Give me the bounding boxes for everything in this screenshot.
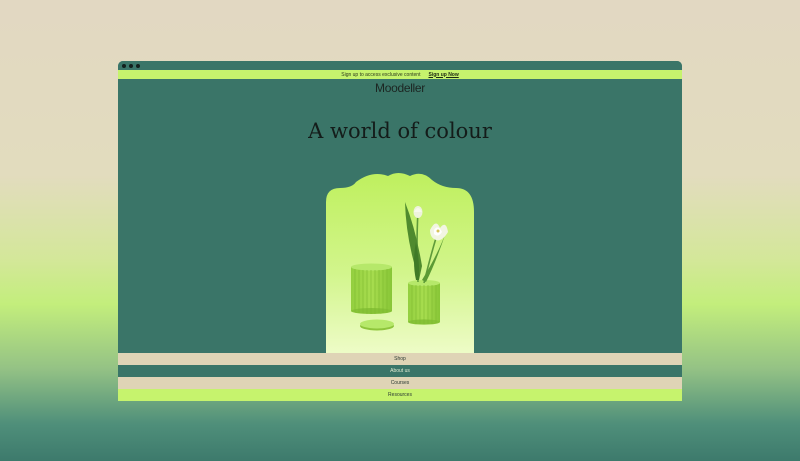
small-pillar — [408, 280, 440, 325]
nav-item-about-us[interactable]: About us — [118, 365, 682, 377]
window-control-dot-icon[interactable] — [129, 64, 133, 68]
window-titlebar — [118, 61, 682, 70]
announcement-bar: Sign up to access exclusive content Sign… — [118, 70, 682, 79]
nav-item-courses[interactable]: Courses — [118, 377, 682, 389]
nav-item-shop[interactable]: Shop — [118, 353, 682, 365]
site-logo[interactable]: Moodeller — [118, 81, 682, 95]
window-control-dot-icon[interactable] — [122, 64, 126, 68]
floor-disc — [360, 319, 394, 331]
large-pillar — [351, 263, 392, 314]
hero-heading: A world of colour — [308, 119, 492, 143]
browser-window: Sign up to access exclusive content Sign… — [118, 61, 682, 401]
signup-link[interactable]: Sign up Now — [428, 72, 458, 78]
arch-backdrop — [326, 173, 474, 355]
hero-illustration — [326, 173, 474, 355]
nav-item-resources[interactable]: Resources — [118, 389, 682, 401]
announcement-text: Sign up to access exclusive content — [341, 71, 421, 78]
window-control-dot-icon[interactable] — [136, 64, 140, 68]
